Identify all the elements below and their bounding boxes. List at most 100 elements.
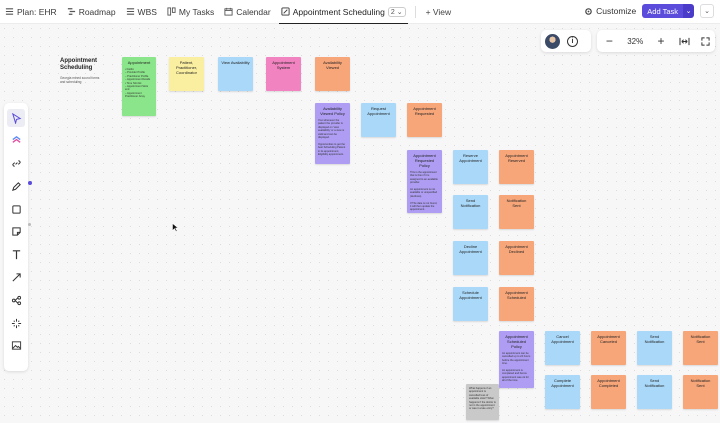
collapse-header-button[interactable]: ⌄ (700, 4, 714, 18)
cursor-icon (11, 112, 21, 124)
tab-roadmap[interactable]: Roadmap (62, 0, 121, 24)
mindmap-icon (11, 295, 21, 305)
sticky-note-question[interactable]: What happens if an appointment is cancel… (466, 384, 499, 420)
collaborators-panel: i (541, 30, 591, 52)
note-title: Appointment Reserved (505, 153, 528, 163)
text-tool[interactable] (7, 246, 25, 264)
header-actions: Customize Add Task ⌄ ⌄ (584, 4, 714, 18)
tab-wbs[interactable]: WBS (121, 0, 162, 24)
sticky-note-availability-viewed-policy[interactable]: Availability Viewed Policy If so wheneve… (315, 103, 350, 164)
tab-calendar[interactable]: Calendar (219, 0, 276, 24)
sticky-note-send-notification[interactable]: Send Notification (637, 375, 672, 409)
sticky-note-notification-sent[interactable]: Notification Sent (499, 195, 534, 229)
link-icon (11, 160, 21, 167)
add-task-dropdown[interactable]: ⌄ (683, 4, 694, 18)
zoom-controls: − 32% + (597, 30, 715, 52)
note-title: Appointment Requested (413, 106, 436, 116)
note-title: Schedule Appointment (459, 290, 482, 300)
tab-appointment-scheduling[interactable]: Appointment Scheduling 2 ⌄ (276, 0, 411, 25)
link-tool[interactable] (7, 155, 25, 173)
zoom-out-button[interactable]: − (602, 34, 616, 48)
tab-plan-ehr[interactable]: Plan: EHR (0, 0, 62, 24)
tab-count-badge[interactable]: 2 ⌄ (387, 6, 406, 17)
color-indicator (28, 223, 31, 226)
sticky-note-appointment-requested[interactable]: Appointment Requested (407, 103, 442, 137)
zoom-level: 32% (627, 36, 644, 46)
templates-tool[interactable] (7, 314, 25, 332)
color-indicator (28, 181, 32, 185)
note-body: What happens if an appointment is cancel… (469, 387, 496, 411)
sticky-note-appointment-scheduled[interactable]: Appointment Scheduled (499, 287, 534, 321)
note-title: Appointment Requested Policy (413, 153, 436, 168)
board-title[interactable]: Appointment Scheduling (60, 58, 100, 72)
square-icon (11, 205, 21, 214)
pen-tool[interactable] (7, 177, 25, 195)
note-body: An appointment can be cancelled up to 24… (502, 352, 531, 383)
sticky-note-appointment-canceled[interactable]: Appointment Canceled (591, 331, 626, 365)
note-body: If so whenever the patient the provider … (318, 119, 346, 157)
note-title: Availability Viewed (323, 60, 342, 70)
chevron-down-icon: ⌄ (685, 8, 692, 15)
chevron-down-icon: ⌄ (704, 8, 710, 15)
note-title: View Availability (221, 60, 250, 65)
sticky-note-appointment-requested-policy[interactable]: Appointment Requested Policy This is the… (407, 150, 442, 213)
sticky-note-appointment-declined[interactable]: Appointment Declined (499, 241, 534, 275)
sticky-note-pcp[interactable]: Patient, Practitioner, Coordinator (169, 57, 204, 91)
sticky-note-cancel-appointment[interactable]: Cancel Appointment (545, 331, 580, 365)
sticky-note-appointment-scheduled-policy[interactable]: Appointment Scheduled Policy An appointm… (499, 331, 534, 388)
sticky-note-decline-appointment[interactable]: Decline Appointment (453, 241, 488, 275)
add-task-button[interactable]: Add Task (642, 4, 683, 18)
image-tool[interactable] (7, 337, 25, 355)
add-view-button[interactable]: + View (420, 7, 458, 17)
tab-label: Calendar (236, 6, 271, 17)
mouse-cursor-icon (172, 223, 178, 232)
fullscreen-icon[interactable] (700, 36, 710, 46)
sticky-note-schedule-appointment[interactable]: Schedule Appointment (453, 287, 488, 321)
whiteboard-canvas[interactable]: i − 32% + Appointment Scheduling Georgia… (0, 24, 720, 423)
note-title: Send Notification (460, 198, 481, 208)
tab-my-tasks[interactable]: My Tasks (162, 0, 219, 24)
avatar[interactable] (545, 33, 560, 49)
note-title: Appointment System (272, 60, 295, 70)
sticky-note-send-notification[interactable]: Send Notification (637, 331, 672, 365)
board-subtitle[interactable]: Georgia mined sound forms and scheduling (60, 76, 105, 84)
sticky-note-appointment-completed[interactable]: Appointment Completed (591, 375, 626, 409)
note-title: Send Notification (644, 334, 665, 344)
clickup-logo-icon (11, 136, 21, 144)
shape-tool[interactable] (7, 200, 25, 218)
note-title: Appointment Canceled (597, 334, 620, 344)
mindmap-tool[interactable] (7, 291, 25, 309)
sticky-note-request-appointment[interactable]: Request Appointment (361, 103, 396, 137)
info-icon[interactable]: i (567, 35, 578, 47)
tab-label: WBS (137, 6, 157, 17)
note-title: Request Appointment (367, 106, 390, 116)
sticky-note-appointment[interactable]: Appointment • Fields: – Provider Profile… (122, 57, 156, 116)
sticky-note-appointment-reserved[interactable]: Appointment Reserved (499, 150, 534, 184)
select-tool[interactable] (7, 109, 25, 127)
sticky-note-send-notification[interactable]: Send Notification (453, 195, 488, 229)
customize-button[interactable]: Customize (584, 6, 636, 16)
zoom-in-button[interactable]: + (654, 34, 668, 48)
note-title: Availability Viewed Policy (320, 106, 345, 116)
fit-width-icon[interactable] (679, 37, 690, 46)
gear-icon (585, 7, 592, 15)
sticky-note-tool[interactable] (7, 223, 25, 241)
pen-icon (11, 182, 21, 191)
sticky-note-notification-sent[interactable]: Notification Sent (683, 375, 718, 409)
sticky-note-notification-sent[interactable]: Notification Sent (683, 331, 718, 365)
badge-count: 2 (390, 8, 395, 16)
sticky-note-reserve-appointment[interactable]: Reserve Appointment (453, 150, 488, 184)
note-title: Complete Appointment (551, 378, 574, 388)
sticky-note-view-availability[interactable]: View Availability (218, 57, 253, 91)
tab-label: Appointment Scheduling (292, 6, 385, 17)
sticky-note-complete-appointment[interactable]: Complete Appointment (545, 375, 580, 409)
connector-tool[interactable] (7, 269, 25, 287)
ai-tool[interactable] (7, 132, 25, 150)
note-title: Appointment Scheduled (505, 290, 528, 300)
gantt-icon (67, 8, 75, 15)
whiteboard-icon (281, 7, 290, 16)
sticky-note-appointment-system[interactable]: Appointment System (266, 57, 301, 91)
note-title: Decline Appointment (459, 244, 482, 254)
list-icon (5, 8, 14, 15)
sticky-note-availability-viewed[interactable]: Availability Viewed (315, 57, 350, 91)
